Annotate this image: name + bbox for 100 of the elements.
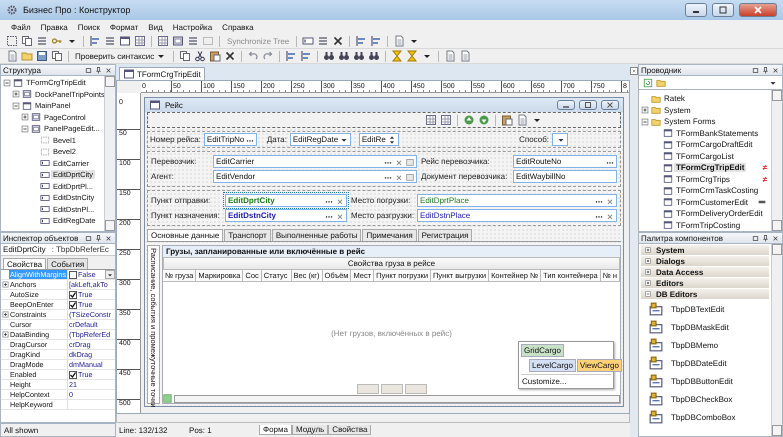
scissors-icon[interactable] <box>194 50 206 62</box>
menu-item[interactable]: Формат <box>104 22 144 32</box>
level-chip[interactable]: GridCargo <box>521 344 564 357</box>
tree-item[interactable]: System <box>662 106 693 115</box>
scrollbar[interactable] <box>771 90 782 231</box>
form-icon[interactable] <box>119 35 131 47</box>
minimize-button[interactable] <box>557 100 575 110</box>
restore-icon[interactable] <box>751 66 760 74</box>
align-icon[interactable] <box>370 35 382 47</box>
close-icon[interactable] <box>771 234 780 242</box>
tab[interactable]: Примечания <box>362 229 417 241</box>
grid-icon[interactable] <box>425 114 437 126</box>
copy-icon[interactable] <box>179 50 192 62</box>
tree-item[interactable]: TFormCrmTaskCosting <box>674 186 760 196</box>
input-field[interactable]: EditDprtPlace <box>417 194 617 207</box>
category-header[interactable]: Editors <box>641 278 769 289</box>
document-icon[interactable] <box>393 35 406 47</box>
align-icon[interactable] <box>300 50 312 62</box>
category-header[interactable]: DB Editors <box>641 289 769 300</box>
tab[interactable]: Свойства <box>328 425 372 435</box>
align-icon[interactable] <box>355 35 368 47</box>
binoculars-icon[interactable] <box>368 50 380 62</box>
binoculars-icon[interactable] <box>338 50 350 62</box>
scrollbar[interactable] <box>104 76 115 231</box>
level-chip[interactable]: ViewCargo <box>576 359 622 372</box>
palette-item[interactable]: TbpDBButtonEdit <box>641 372 769 390</box>
undo-icon[interactable] <box>247 50 260 62</box>
expand-icon[interactable] <box>1 310 10 319</box>
document-icon[interactable] <box>516 114 528 126</box>
restore-icon[interactable] <box>751 234 760 242</box>
collapse-icon[interactable] <box>640 116 650 127</box>
pin-icon[interactable] <box>94 66 103 74</box>
restore-icon[interactable] <box>84 234 93 242</box>
maximize-button[interactable] <box>579 100 597 110</box>
document-icon[interactable] <box>6 50 18 62</box>
tree-item[interactable]: TFormCrgTripEdit <box>674 163 746 172</box>
grid-icon[interactable] <box>134 35 146 47</box>
close-icon[interactable] <box>771 66 780 74</box>
tree-item[interactable]: System Forms <box>662 117 718 126</box>
pin-icon[interactable] <box>761 234 770 242</box>
input-field[interactable]: EditRouteNo <box>513 155 617 168</box>
input-field[interactable]: EditCarrier <box>213 155 417 168</box>
document-icon[interactable] <box>444 50 456 62</box>
lines-icon[interactable] <box>36 35 48 47</box>
lines-icon[interactable] <box>317 35 330 47</box>
input-field[interactable]: EditVendor <box>213 170 417 183</box>
maximize-button[interactable] <box>712 3 734 17</box>
tab[interactable]: Модуль <box>292 425 328 435</box>
menu-item[interactable]: Правка <box>36 22 73 32</box>
refresh-icon[interactable] <box>643 78 653 88</box>
checkbox[interactable] <box>69 370 77 378</box>
input-field[interactable]: EditTripNo <box>204 133 258 146</box>
menu-item[interactable]: Файл <box>6 22 36 32</box>
document-tab[interactable]: TFormCrgTripEdit <box>119 67 205 80</box>
collapse-icon[interactable] <box>20 124 30 134</box>
checkbox[interactable] <box>69 300 77 308</box>
tree-item[interactable]: TFormBankStatements <box>674 128 760 138</box>
expand-icon[interactable] <box>640 105 650 116</box>
document-icon[interactable] <box>459 50 472 62</box>
scrollbar[interactable] <box>116 414 630 423</box>
tree-item[interactable]: TFormCrgTrips <box>674 174 732 184</box>
close-button[interactable] <box>739 3 777 17</box>
tab[interactable]: Основные данные <box>147 229 224 241</box>
scrollbar[interactable] <box>771 244 782 436</box>
dropdown-field[interactable] <box>552 133 568 146</box>
copy-icon[interactable] <box>21 35 33 47</box>
input-field[interactable]: EditDprtCity <box>225 194 347 207</box>
clipboard-icon[interactable] <box>501 114 513 126</box>
palette-item[interactable]: TbpDBComboBox <box>641 408 769 426</box>
align-icon[interactable] <box>285 50 298 62</box>
minimize-button[interactable] <box>685 3 707 17</box>
palette-item[interactable]: TbpDBDateEdit <box>641 354 769 372</box>
tree-item[interactable]: TFormCargoList <box>674 152 736 161</box>
pin-icon[interactable] <box>94 234 103 242</box>
lines-icon[interactable] <box>104 35 116 47</box>
menu-item[interactable]: Настройка <box>168 22 218 32</box>
tab[interactable]: События <box>47 258 88 269</box>
close-icon[interactable] <box>104 66 113 74</box>
tab[interactable]: Выполненные работы <box>272 229 362 241</box>
lines-icon[interactable] <box>187 35 199 47</box>
menu-item[interactable]: Customize... <box>521 374 611 386</box>
level-chip[interactable]: LevelCargo <box>529 359 576 372</box>
expand-icon[interactable] <box>20 112 30 122</box>
cross-icon[interactable] <box>224 50 236 62</box>
tree-item[interactable]: TFormCustomerEdit <box>674 198 750 207</box>
expand-icon[interactable] <box>1 280 10 289</box>
edit-field-icon[interactable] <box>302 35 314 47</box>
close-icon[interactable] <box>630 67 638 75</box>
collapse-icon[interactable] <box>11 100 21 111</box>
grid-icon[interactable] <box>440 114 452 126</box>
menu-item[interactable]: Вид <box>143 22 168 32</box>
grid-icon[interactable] <box>157 35 169 47</box>
palette-item[interactable]: TbpDBMaskEdit <box>641 318 769 336</box>
pin-icon[interactable] <box>761 66 770 74</box>
scrollbar[interactable] <box>174 394 620 402</box>
expand-icon[interactable] <box>1 330 10 339</box>
object-selector[interactable]: EditDprtCity : TbpDbReferEc <box>1 244 115 256</box>
tree-item[interactable]: TFormTripCosting <box>674 220 742 230</box>
category-header[interactable]: Dialogs <box>641 256 769 267</box>
align-icon[interactable] <box>89 35 101 47</box>
